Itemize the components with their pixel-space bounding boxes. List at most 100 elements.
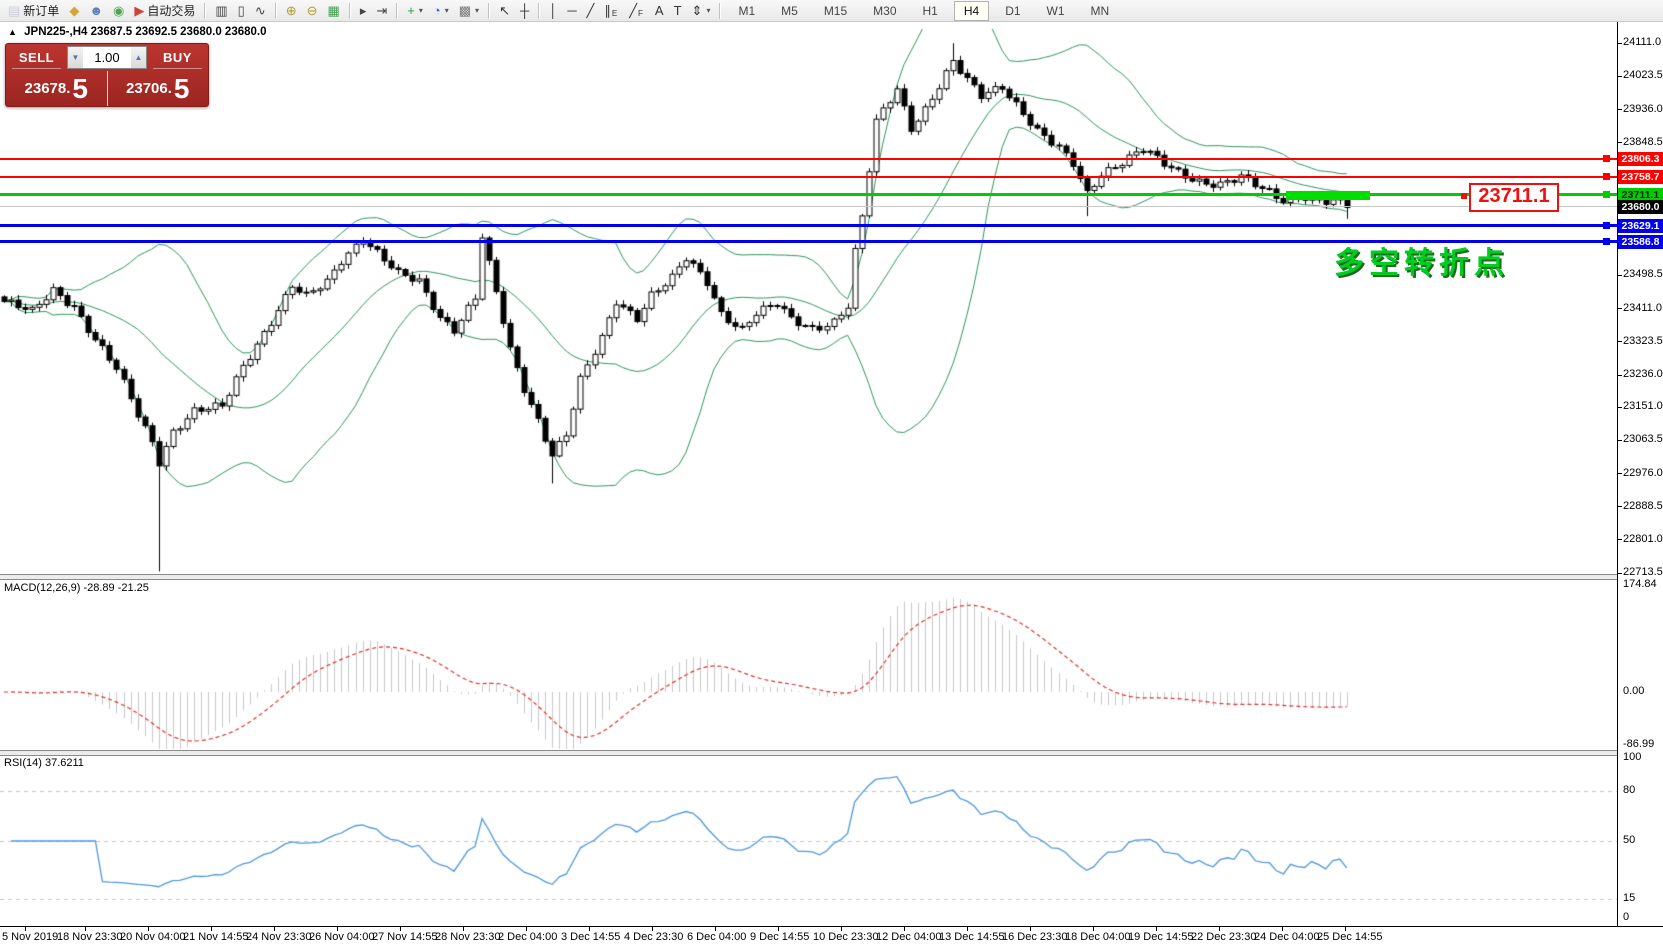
price-level-line[interactable] — [0, 224, 1617, 227]
zoom-out-button[interactable]: ⊖ — [302, 2, 323, 20]
price-level-label: 23586.8 — [1618, 235, 1663, 249]
arrows-button[interactable]: ⇕▾ — [687, 2, 716, 20]
tab-H4[interactable]: H4 — [954, 1, 989, 21]
price-callout[interactable]: 23711.1 — [1469, 183, 1559, 212]
volume-input[interactable]: ▼ 1.00 ▲ — [67, 46, 147, 69]
tab-M1[interactable]: M1 — [728, 1, 765, 21]
profiles-button[interactable]: ◆ — [64, 2, 84, 20]
price-tick-label: 22801.0 — [1623, 533, 1663, 545]
toolbar-separator — [538, 3, 540, 19]
macd-pane-splitter[interactable] — [0, 574, 1663, 580]
sell-price[interactable]: 23678 . 5 — [6, 71, 107, 106]
trendline-icon: ╱ — [587, 4, 595, 17]
chart-shift-button[interactable]: ⇥ — [371, 2, 392, 20]
line-drag-handle[interactable] — [1603, 155, 1610, 162]
arrows-dropdown-icon[interactable]: ▾ — [706, 6, 710, 15]
time-tick-label: 20 Nov 04:00 — [120, 931, 185, 943]
line-drag-handle[interactable] — [1603, 191, 1610, 198]
volume-increase-button[interactable]: ▲ — [131, 47, 146, 68]
zoom-in-button[interactable]: ⊕ — [281, 2, 302, 20]
new-order-button[interactable]: ▤新订单 — [3, 2, 64, 20]
buy-button[interactable]: BUY — [153, 50, 202, 69]
time-tick-mark — [211, 927, 212, 931]
time-tick-mark — [1093, 927, 1094, 931]
rsi-pane-splitter[interactable] — [0, 750, 1663, 756]
vertical-line-icon: │ — [549, 4, 557, 17]
symbol-period-label: JPN225-,H4 — [24, 26, 87, 38]
text-label-button[interactable]: T — [669, 2, 687, 20]
equidistant-channel-button[interactable]: ∥E — [599, 2, 624, 20]
line-drag-handle[interactable] — [1603, 222, 1610, 229]
chart-line-button[interactable]: ∿ — [250, 2, 271, 20]
sell-button[interactable]: SELL — [12, 50, 61, 69]
macd-scale-label: 174.84 — [1623, 578, 1657, 590]
profiles-icon: ◆ — [69, 4, 79, 17]
toolbar-separator — [275, 3, 277, 19]
price-level-line[interactable] — [0, 158, 1617, 160]
tab-M5[interactable]: M5 — [771, 1, 808, 21]
price-tick-mark — [1618, 375, 1622, 376]
horizontal-line-button[interactable]: ─ — [562, 2, 581, 20]
crosshair-button[interactable]: ┼ — [515, 2, 534, 20]
toolbar-separator — [488, 3, 490, 19]
rsi-label: RSI(14) 37.6211 — [4, 757, 84, 769]
time-tick-label: 26 Nov 04:00 — [309, 931, 374, 943]
navigator-icon: ☻ — [89, 4, 103, 17]
price-tick-mark — [1618, 539, 1622, 540]
tab-MN[interactable]: MN — [1081, 1, 1120, 21]
navigator-button[interactable]: ☻ — [84, 2, 108, 20]
annotation-text[interactable]: 多空转折点 — [1334, 238, 1509, 282]
time-tick-mark — [1030, 927, 1031, 931]
buy-price[interactable]: 23706 . 5 — [108, 71, 209, 106]
periodicity-button[interactable]: ◔▾ — [428, 2, 454, 20]
volume-value[interactable]: 1.00 — [83, 50, 131, 65]
time-tick-label: 13 Dec 14:55 — [939, 931, 1004, 943]
chart-plot-area[interactable] — [0, 0, 1663, 947]
equidistant-channel-icon: ∥ — [604, 4, 611, 17]
text-button[interactable]: A — [650, 2, 669, 20]
time-tick-mark — [589, 927, 590, 931]
time-axis[interactable]: 5 Nov 201918 Nov 23:3020 Nov 04:0021 Nov… — [0, 926, 1663, 947]
tile-windows-button[interactable]: ▦ — [323, 2, 345, 20]
time-tick-mark — [274, 927, 275, 931]
fibonacci-button[interactable]: ╱F — [624, 2, 650, 20]
tab-H1[interactable]: H1 — [913, 1, 948, 21]
highlight-segment[interactable] — [1286, 191, 1370, 200]
time-tick-label: 12 Dec 04:00 — [876, 931, 941, 943]
one-click-collapse-icon[interactable]: ▲ — [8, 27, 17, 37]
line-drag-handle[interactable] — [1603, 238, 1610, 245]
signals-icon: ◉ — [113, 4, 124, 17]
tab-W1[interactable]: W1 — [1037, 1, 1075, 21]
trendline-button[interactable]: ╱ — [582, 2, 600, 20]
new-order-icon: ▤ — [8, 4, 20, 17]
signals-button[interactable]: ◉ — [108, 2, 129, 20]
tab-M30[interactable]: M30 — [863, 1, 906, 21]
zoom-out-icon: ⊖ — [307, 4, 318, 17]
rsi-scale-label: 15 — [1623, 892, 1635, 904]
price-level-line[interactable] — [0, 206, 1617, 207]
autotrading-button[interactable]: ▶自动交易 — [129, 2, 200, 20]
periodicity-dropdown-icon[interactable]: ▾ — [445, 6, 449, 15]
cursor-button[interactable]: ↖ — [494, 2, 515, 20]
templates-dropdown-icon[interactable]: ▾ — [475, 6, 479, 15]
line-drag-handle[interactable] — [1603, 173, 1610, 180]
macd-scale-label: -86.99 — [1623, 738, 1654, 750]
price-tick-mark — [1618, 308, 1622, 309]
price-tick-mark — [1618, 142, 1622, 143]
chart-candles-button[interactable]: ▯ — [233, 2, 250, 20]
tab-M15[interactable]: M15 — [814, 1, 857, 21]
price-level-line[interactable] — [0, 176, 1617, 178]
tab-D1[interactable]: D1 — [995, 1, 1030, 21]
callout-anchor-handle[interactable] — [1461, 193, 1467, 199]
auto-scroll-button[interactable]: ▸ — [355, 2, 372, 20]
chart-bars-button[interactable]: ▥ — [210, 2, 232, 20]
autotrading-icon: ▶ — [134, 4, 144, 17]
price-level-line[interactable] — [0, 193, 1617, 196]
vertical-line-button[interactable]: │ — [544, 2, 562, 20]
chart-line-icon: ∿ — [255, 4, 266, 17]
volume-decrease-button[interactable]: ▼ — [68, 47, 83, 68]
time-tick-label: 19 Dec 14:55 — [1128, 931, 1193, 943]
new-chart-button[interactable]: +▾ — [402, 2, 428, 20]
new-chart-dropdown-icon[interactable]: ▾ — [419, 6, 423, 15]
templates-button[interactable]: ▩▾ — [454, 2, 484, 20]
